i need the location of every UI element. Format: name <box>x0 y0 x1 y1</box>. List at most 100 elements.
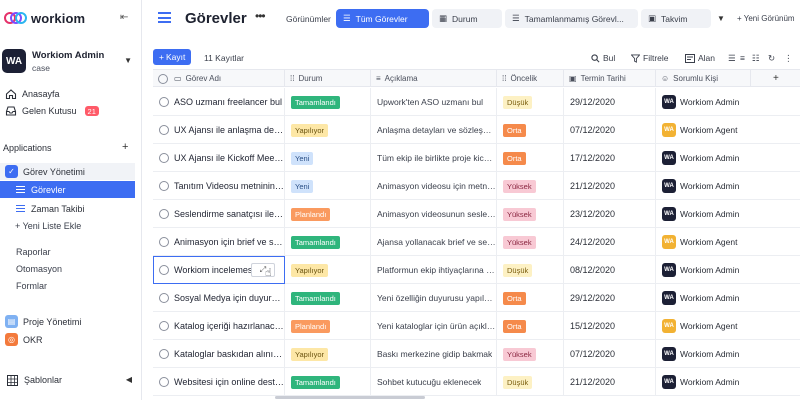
table-row[interactable]: Katalog içeriği hazırlanacak Planlandı Yen… <box>153 312 800 340</box>
account-switcher[interactable]: WA Workiom Admin case ▼ <box>2 47 138 75</box>
add-new-list-link[interactable]: + Yeni Liste Ekle <box>15 221 81 231</box>
add-application-icon[interactable]: + <box>122 141 128 153</box>
task-name-cell[interactable]: UX Ajansı ile Kickoff Meeting <box>153 144 285 172</box>
nav-inbox[interactable]: Gelen Kutusu 21 <box>5 103 99 119</box>
priority-cell[interactable]: Orta <box>497 116 564 144</box>
status-cell[interactable]: Tamamlandı <box>285 228 371 256</box>
table-row[interactable]: UX Ajansı ile Kickoff Meeting Yeni Tüm eki… <box>153 144 800 172</box>
description-cell[interactable]: Ajansa yollanacak brief ve senaryo <box>371 228 497 256</box>
priority-cell[interactable]: Yüksek <box>497 340 564 368</box>
status-cell[interactable]: Tamamlandı <box>285 88 371 116</box>
row-density-compact-icon[interactable]: ☰ <box>728 52 736 64</box>
app-project-management[interactable]: ▤ Proje Yönetimi <box>5 313 135 330</box>
priority-cell[interactable]: Orta <box>497 284 564 312</box>
add-record-button[interactable]: + Kayıt <box>153 49 192 65</box>
row-checkbox[interactable] <box>159 265 169 275</box>
description-cell[interactable]: Sohbet kutucuğu eklenecek <box>371 368 497 396</box>
assignee-cell[interactable]: WA Workiom Admin <box>656 340 751 368</box>
task-name-cell[interactable]: UX Ajansı ile anlaşma detaylarını belirl… <box>153 116 285 144</box>
brand[interactable]: workiom <box>4 8 85 28</box>
row-density-tall-icon[interactable]: ☷ <box>752 52 760 64</box>
table-row[interactable]: Animasyon için brief ve senaryo Tamamland… <box>153 228 800 256</box>
table-row[interactable]: Workiom incelemesi Yapılıyor Platformun ek… <box>153 256 800 284</box>
status-cell[interactable]: Yapılıyor <box>285 256 371 284</box>
task-name-cell[interactable]: Websitesi için online destek <box>153 368 285 396</box>
priority-cell[interactable]: Orta <box>497 144 564 172</box>
due-date-cell[interactable]: 23/12/2020 <box>564 200 656 228</box>
forms-link[interactable]: Formlar <box>16 281 47 291</box>
description-cell[interactable]: Baskı merkezine gidip bakmak <box>371 340 497 368</box>
refresh-icon[interactable]: ↻ <box>768 52 775 64</box>
templates-section[interactable]: Şablonlar ◀ <box>6 372 136 388</box>
row-checkbox[interactable] <box>159 181 169 191</box>
row-checkbox[interactable] <box>159 209 169 219</box>
row-checkbox[interactable] <box>159 321 169 331</box>
assignee-cell[interactable]: WA Workiom Admin <box>656 256 751 284</box>
reports-link[interactable]: Raporlar <box>16 247 51 257</box>
tab-incomplete-tasks[interactable]: ☰ Tamamlanmamış Görevl... <box>505 9 638 28</box>
priority-cell[interactable]: Yüksek <box>497 200 564 228</box>
table-row[interactable]: Kataloglar baskıdan alınıp dağıtılacak Ya… <box>153 340 800 368</box>
status-cell[interactable]: Tamamlandı <box>285 368 371 396</box>
description-cell[interactable]: Yeni kataloglar için ürün açıklamaları <box>371 312 497 340</box>
assignee-cell[interactable]: WA Workiom Admin <box>656 88 751 116</box>
more-vertical-icon[interactable]: ⋮ <box>784 52 793 64</box>
table-row[interactable]: UX Ajansı ile anlaşma detaylarını belirl… <box>153 116 800 144</box>
description-cell[interactable]: Platformun ekip ihtiyaçlarına uygunluğu <box>371 256 497 284</box>
priority-cell[interactable]: Yüksek <box>497 172 564 200</box>
description-cell[interactable]: Upwork'ten ASO uzmanı bul <box>371 88 497 116</box>
table-row[interactable]: Seslendirme sanatçısı ile anlaş Planlandı… <box>153 200 800 228</box>
app-task-management[interactable]: ✓ Görev Yönetimi <box>0 163 135 180</box>
status-cell[interactable]: Yapılıyor <box>285 116 371 144</box>
status-cell[interactable]: Planlandı <box>285 200 371 228</box>
table-row[interactable]: ASO uzmanı freelancer bul Tamamlandı Upwor… <box>153 88 800 116</box>
tab-status[interactable]: ▦ Durum <box>432 9 502 28</box>
priority-cell[interactable]: Düşük <box>497 88 564 116</box>
more-options-icon[interactable]: ••• <box>255 9 266 23</box>
tab-all-tasks[interactable]: ☰ Tüm Görevler <box>336 9 429 28</box>
list-item-gorevler[interactable]: Görevler <box>0 181 135 198</box>
list-item-zaman-takibi[interactable]: Zaman Takibi <box>14 200 135 217</box>
row-checkbox[interactable] <box>159 97 169 107</box>
search-button[interactable]: Bul <box>590 52 615 64</box>
column-header-priority[interactable]: ⁞⁞ Öncelik <box>497 70 564 87</box>
status-cell[interactable]: Yapılıyor <box>285 340 371 368</box>
row-checkbox[interactable] <box>159 293 169 303</box>
add-column-icon[interactable]: + <box>773 73 779 84</box>
filter-button[interactable]: Filtrele <box>630 52 669 64</box>
task-name-cell[interactable]: Tanıtım Videosu metninin yazılması <box>153 172 285 200</box>
column-header-status[interactable]: ⁞⁞ Durum <box>285 70 371 87</box>
table-row[interactable]: Sosyal Medya için duyuru postu Tamamlandı… <box>153 284 800 312</box>
table-row[interactable]: Websitesi için online destek Tamamlandı So… <box>153 368 800 396</box>
description-cell[interactable]: Animasyon videosu için metnin yazılması <box>371 172 497 200</box>
status-cell[interactable]: Yeni <box>285 144 371 172</box>
status-cell[interactable]: Yeni <box>285 172 371 200</box>
description-cell[interactable]: Tüm ekip ile birlikte proje kickoff <box>371 144 497 172</box>
description-cell[interactable]: Anlaşma detayları ve sözleşme taslağı <box>371 116 497 144</box>
select-all-checkbox[interactable] <box>158 73 168 84</box>
row-checkbox[interactable] <box>159 349 169 359</box>
due-date-cell[interactable]: 17/12/2020 <box>564 144 656 172</box>
task-name-cell[interactable]: Kataloglar baskıdan alınıp dağıtılacak <box>153 340 285 368</box>
assignee-cell[interactable]: WA Workiom Admin <box>656 368 751 396</box>
column-header-task-name[interactable]: ▭ Görev Adı <box>153 70 285 87</box>
horizontal-scrollbar[interactable] <box>275 396 425 399</box>
due-date-cell[interactable]: 29/12/2020 <box>564 284 656 312</box>
priority-cell[interactable]: Düşük <box>497 368 564 396</box>
due-date-cell[interactable]: 21/12/2020 <box>564 172 656 200</box>
table-row[interactable]: Tanıtım Videosu metninin yazılması Yeni An… <box>153 172 800 200</box>
assignee-cell[interactable]: WA Workiom Agent <box>656 228 751 256</box>
status-cell[interactable]: Planlandı <box>285 312 371 340</box>
row-density-medium-icon[interactable]: ≡ <box>740 52 745 64</box>
due-date-cell[interactable]: 21/12/2020 <box>564 368 656 396</box>
due-date-cell[interactable]: 29/12/2020 <box>564 88 656 116</box>
automation-link[interactable]: Otomasyon <box>16 264 62 274</box>
collapse-sidebar-icon[interactable]: ⇤ <box>120 12 128 23</box>
new-view-button[interactable]: + Yeni Görünüm <box>737 14 795 23</box>
nav-home[interactable]: Anasayfa <box>5 86 60 102</box>
chevron-down-icon[interactable]: ▼ <box>717 14 725 23</box>
assignee-cell[interactable]: WA Workiom Agent <box>656 116 751 144</box>
row-checkbox[interactable] <box>159 377 169 387</box>
description-cell[interactable]: Yeni özelliğin duyurusu yapılacak <box>371 284 497 312</box>
task-name-cell[interactable]: ASO uzmanı freelancer bul <box>153 88 285 116</box>
